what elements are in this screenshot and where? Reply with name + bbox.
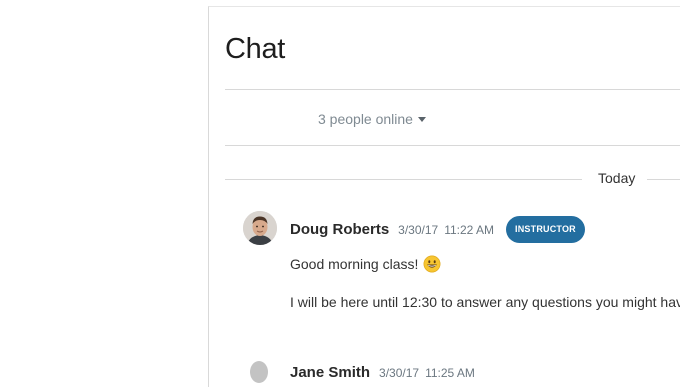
message-date: 3/30/17	[398, 222, 439, 237]
user-portrait-icon	[243, 211, 277, 245]
message-time: 11:22 AM	[444, 222, 495, 237]
message-text: Good morning class!	[290, 256, 419, 272]
message-time: 11:25 AM	[425, 365, 475, 380]
avatar[interactable]	[250, 361, 268, 383]
chat-panel: Chat 3 people online Today Doug Roberts …	[208, 6, 680, 387]
message-author[interactable]: Jane Smith	[290, 364, 370, 381]
message-author[interactable]: Doug Roberts	[290, 221, 389, 238]
header-divider	[225, 89, 680, 90]
message-header: Jane Smith 3/30/17 11:25 AM	[290, 364, 481, 381]
day-separator-label: Today	[598, 170, 636, 186]
message-date: 3/30/17	[379, 365, 420, 380]
message-line: Good morning class!	[290, 255, 441, 273]
online-people-label: 3 people online	[318, 111, 413, 127]
online-divider	[225, 145, 680, 146]
day-divider-right	[647, 179, 680, 180]
message-text: I will be here until 12:30 to answer any…	[290, 294, 680, 310]
message-header: Doug Roberts 3/30/17 11:22 AM INSTRUCTOR	[290, 216, 585, 243]
avatar[interactable]	[243, 211, 277, 245]
instructor-badge: INSTRUCTOR	[506, 216, 585, 243]
chat-title: Chat	[225, 33, 286, 65]
grinning-face-icon	[423, 255, 441, 273]
online-people-dropdown[interactable]: 3 people online	[318, 111, 426, 127]
day-divider-left	[225, 179, 582, 180]
caret-down-icon	[417, 117, 426, 122]
message-line: I will be here until 12:30 to answer any…	[290, 294, 680, 310]
